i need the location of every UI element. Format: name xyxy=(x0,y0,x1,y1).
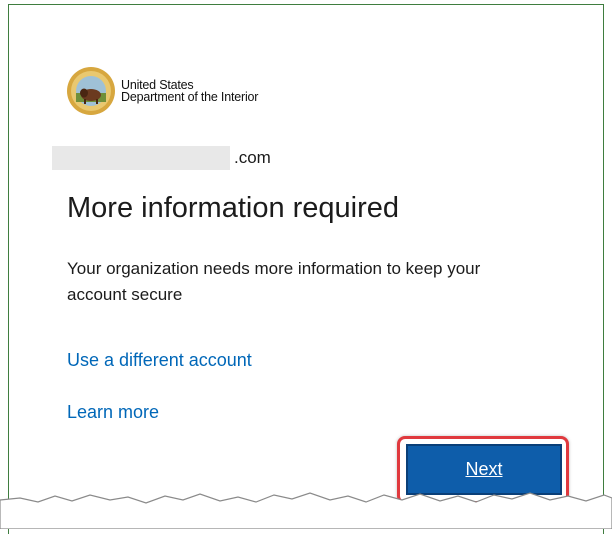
torn-edge xyxy=(0,492,612,529)
email-suffix: .com xyxy=(234,148,271,167)
page-title: More information required xyxy=(67,192,400,224)
use-different-account-link[interactable]: Use a different account xyxy=(67,350,252,371)
email-redaction xyxy=(52,146,230,170)
org-header: United States Department of the Interior xyxy=(66,66,258,116)
org-name-line2: Department of the Interior xyxy=(121,90,259,104)
account-identifier: .com xyxy=(52,146,271,170)
page-description: Your organization needs more information… xyxy=(67,259,481,304)
org-name: United States Department of the Interior xyxy=(121,79,259,104)
doi-seal-icon xyxy=(67,67,115,115)
learn-more-link[interactable]: Learn more xyxy=(67,402,159,423)
